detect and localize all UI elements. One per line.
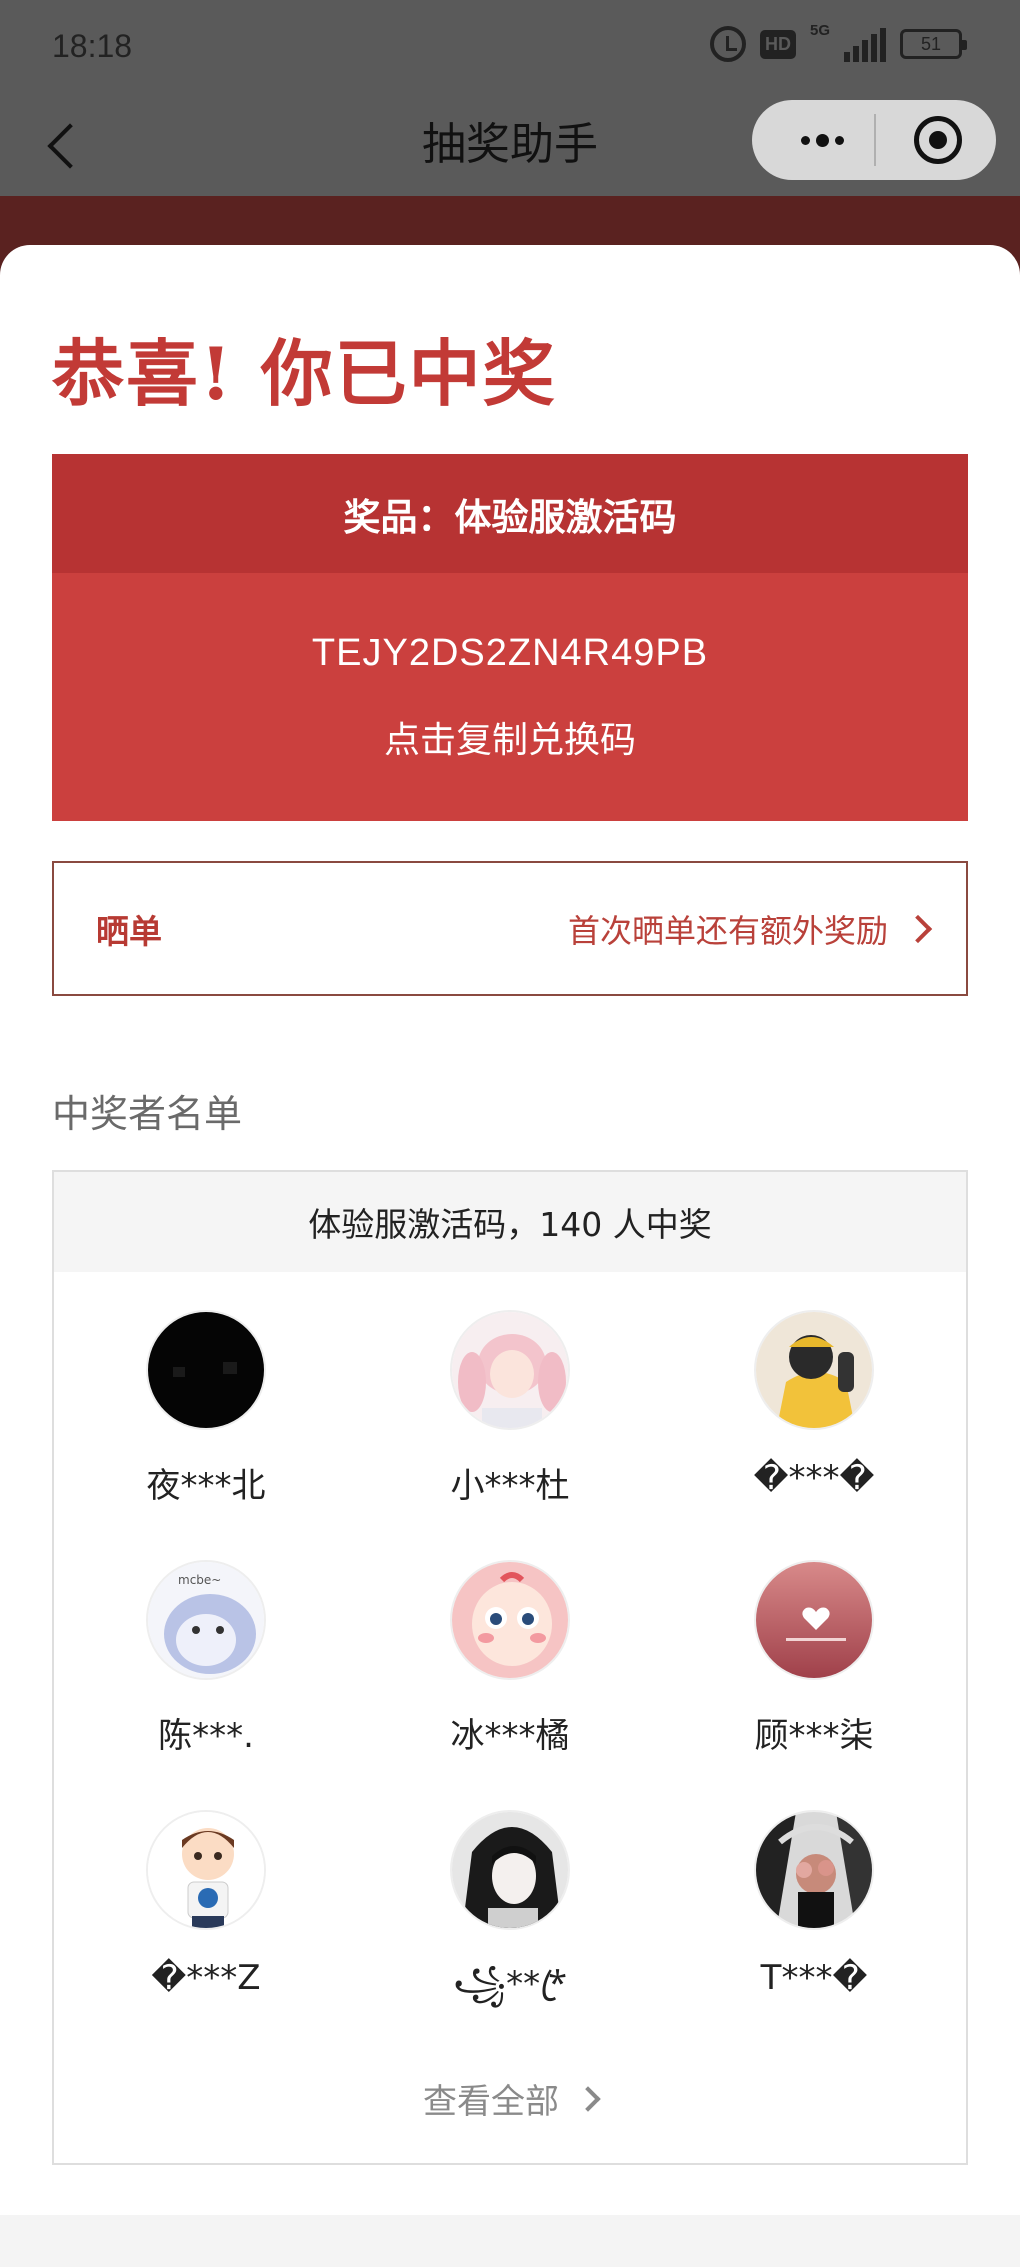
winner-name: �***Z xyxy=(151,1958,261,1998)
winner-item[interactable]: 冰***橘 xyxy=(358,1560,662,1757)
view-all-label: 查看全部 xyxy=(423,2082,559,2122)
winner-item[interactable]: ꧁***ꦿ xyxy=(358,1810,662,2027)
chevron-right-icon xyxy=(903,914,933,943)
avatar: mcbe~ xyxy=(146,1560,266,1680)
redeem-code[interactable]: TEJY2DS2ZN4R49PB xyxy=(312,632,708,675)
winner-item[interactable]: �***� xyxy=(662,1310,966,1498)
winner-item[interactable]: T***� xyxy=(662,1810,966,1998)
winner-item[interactable]: �***Z xyxy=(54,1810,358,1998)
avatar xyxy=(754,1310,874,1430)
winner-name: 陈***. xyxy=(158,1716,254,1756)
congrats-heading: 恭喜! 你已中奖 xyxy=(52,331,557,416)
signal-icon: 5G xyxy=(810,22,886,62)
winner-name: 顾***柒 xyxy=(754,1716,874,1756)
hd-badge: HD xyxy=(760,29,796,59)
prize-header: 奖品：体验服激活码 xyxy=(52,454,968,573)
more-icon[interactable] xyxy=(782,122,862,158)
share-hint: 首次晒单还有额外奖励 xyxy=(567,911,888,950)
winner-item[interactable]: 小***杜 xyxy=(358,1310,662,1507)
chevron-right-icon xyxy=(575,2085,601,2112)
copy-code-button[interactable]: 点击复制兑换码 xyxy=(384,711,636,763)
share-hint-group: 首次晒单还有额外奖励 xyxy=(567,906,933,952)
network-type: 5G xyxy=(810,22,831,39)
winner-name: 冰***橘 xyxy=(450,1716,570,1756)
avatar xyxy=(146,1810,266,1930)
winners-section-title: 中奖者名单 xyxy=(52,1092,243,1136)
prize-card: 奖品：体验服激活码 TEJY2DS2ZN4R49PB 点击复制兑换码 xyxy=(52,454,968,821)
winner-name: T***� xyxy=(760,1958,868,1998)
winners-card: 体验服激活码，140 人中奖 夜***北 小***杜 �***� mcbe~ 陈… xyxy=(52,1170,968,2165)
battery-icon: 51 xyxy=(900,29,967,59)
result-sheet: 恭喜! 你已中奖 奖品：体验服激活码 TEJY2DS2ZN4R49PB 点击复制… xyxy=(0,245,1020,2215)
close-miniprogram-icon[interactable] xyxy=(914,116,962,164)
svg-text:mcbe~: mcbe~ xyxy=(178,1573,221,1587)
winner-name: ꧁***ꦿ xyxy=(453,1964,567,2004)
winners-summary: 体验服激活码，140 人中奖 xyxy=(54,1172,966,1272)
avatar xyxy=(450,1810,570,1930)
avatar xyxy=(450,1310,570,1430)
share-label: 晒单 xyxy=(96,911,162,951)
winner-item[interactable]: 顾***柒 xyxy=(662,1560,966,1757)
alarm-icon xyxy=(710,26,746,62)
share-order-row[interactable]: 晒单 首次晒单还有额外奖励 xyxy=(52,861,968,996)
avatar xyxy=(754,1810,874,1930)
avatar xyxy=(754,1560,874,1680)
status-time: 18:18 xyxy=(52,28,133,64)
winner-name: �***� xyxy=(753,1458,875,1498)
avatar xyxy=(146,1310,266,1430)
battery-level: 51 xyxy=(920,33,942,54)
view-all-button[interactable]: 查看全部 xyxy=(54,2074,966,2123)
prize-body[interactable]: TEJY2DS2ZN4R49PB 点击复制兑换码 xyxy=(52,573,968,821)
status-icons: HD 5G 51 xyxy=(710,22,967,62)
capsule-divider xyxy=(874,114,876,166)
status-bar: 18:18 HD 5G 51 xyxy=(0,0,1020,96)
winner-item[interactable]: 夜***北 xyxy=(54,1310,358,1507)
winner-item[interactable]: mcbe~ 陈***. xyxy=(54,1560,358,1757)
winner-name: 小***杜 xyxy=(450,1466,570,1506)
winner-name: 夜***北 xyxy=(146,1466,266,1506)
avatar xyxy=(450,1560,570,1680)
